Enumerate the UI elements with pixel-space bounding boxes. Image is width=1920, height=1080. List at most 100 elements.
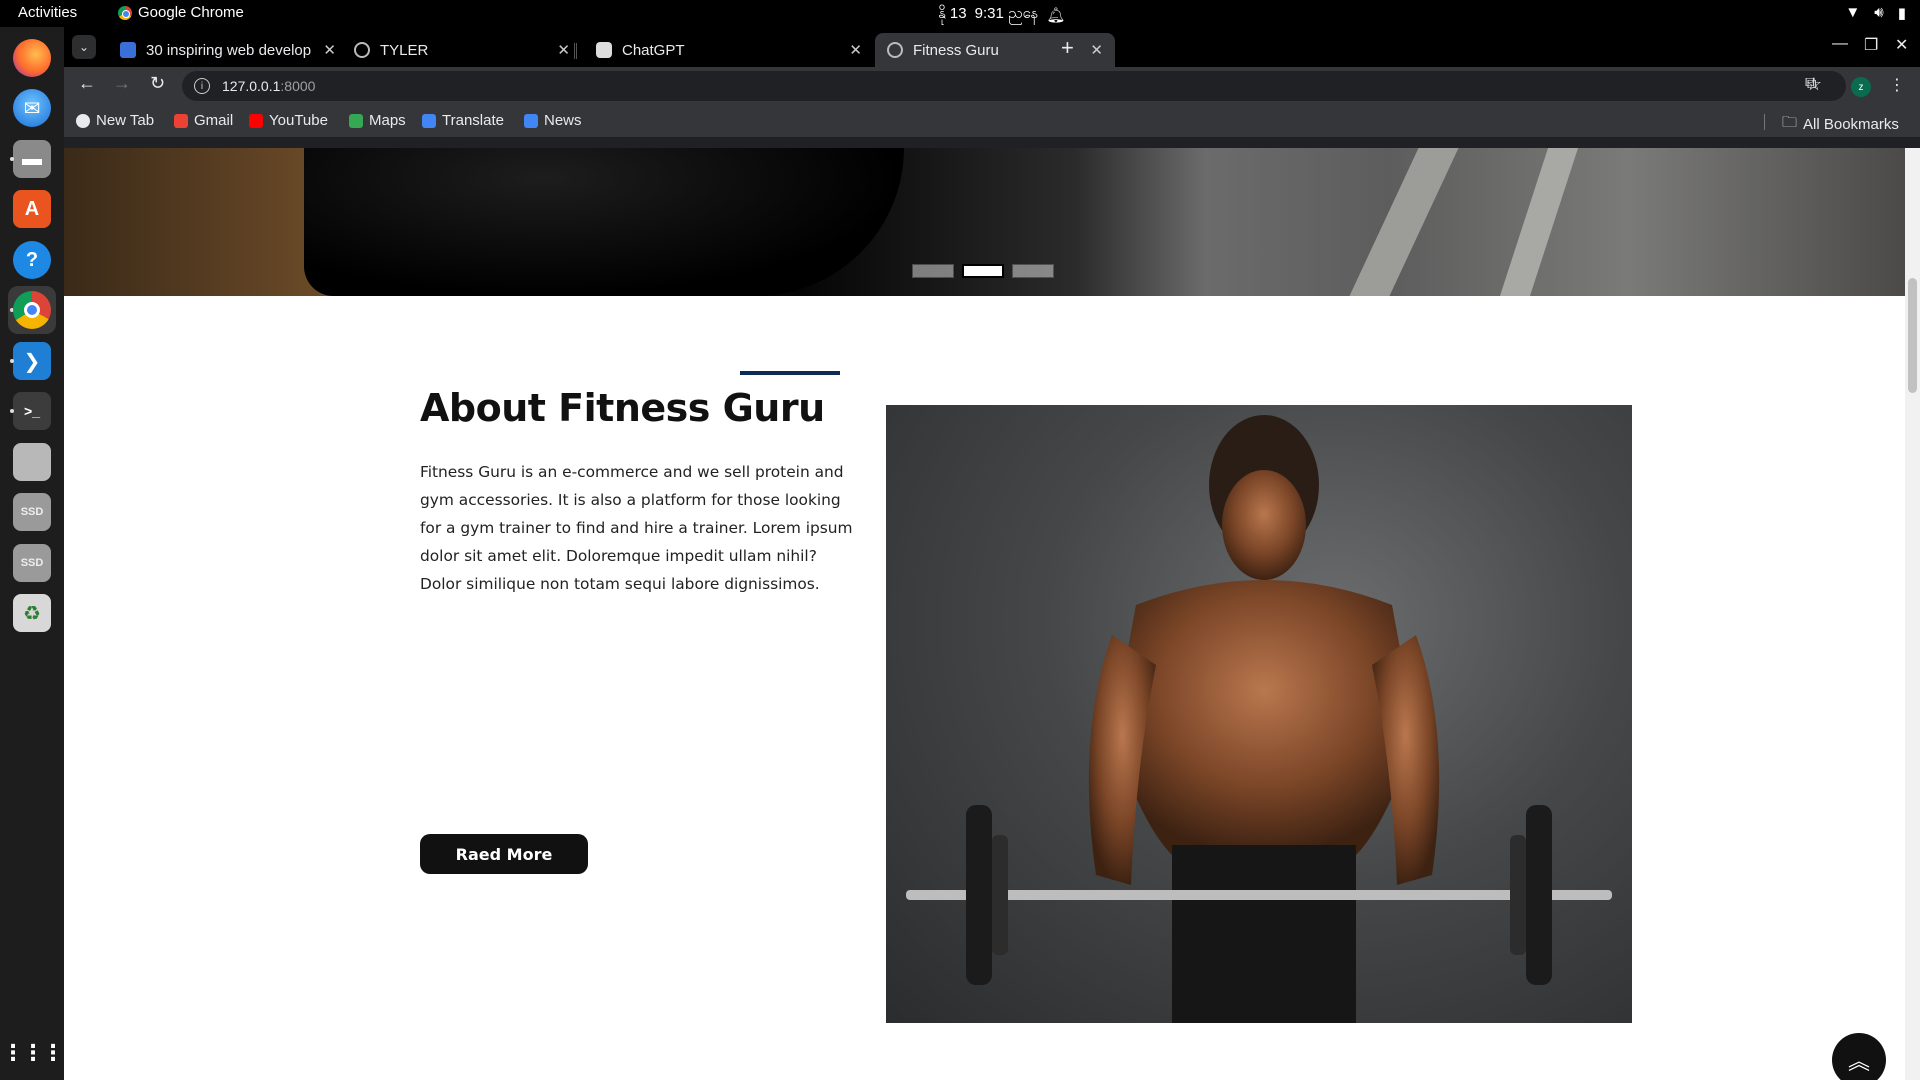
translate-icon bbox=[422, 113, 436, 128]
system-top-bar: Activities Google Chrome နို 13 9:31 ညနေ… bbox=[0, 0, 1920, 27]
tab-title: 30 inspiring web develop bbox=[146, 41, 312, 59]
dock: ✉ ▬ A ? ❯ >_ SSD SSD ♻ ⋮⋮⋮ bbox=[0, 27, 64, 1080]
restore-button[interactable]: ❐ bbox=[1864, 35, 1878, 55]
ssd-drive-icon: SSD bbox=[13, 493, 51, 531]
chrome-icon bbox=[118, 5, 132, 20]
youtube-icon bbox=[249, 113, 263, 128]
tab-chatgpt[interactable]: ChatGPT ✕ bbox=[584, 33, 874, 67]
app-menu-label: Google Chrome bbox=[138, 4, 244, 21]
bookmarks-bar: New Tab Gmail YouTube Maps Translate New… bbox=[64, 105, 1920, 138]
about-section: About Fitness Guru Fitness Guru is an e-… bbox=[420, 386, 860, 598]
bookmark-label: YouTube bbox=[269, 112, 328, 129]
forward-button[interactable]: → bbox=[113, 73, 131, 94]
notification-bell-icon: 🔔︎ bbox=[1046, 7, 1066, 24]
globe-icon bbox=[887, 42, 903, 58]
page-scrollbar[interactable] bbox=[1905, 148, 1920, 1080]
new-tab-button[interactable]: + bbox=[1061, 35, 1074, 61]
all-bookmarks[interactable]: 🗀 All Bookmarks bbox=[1782, 112, 1899, 137]
app-center-icon: A bbox=[13, 190, 51, 228]
news-icon bbox=[524, 113, 538, 128]
athlete-illustration bbox=[906, 415, 1612, 1023]
tab-web-developer[interactable]: 30 inspiring web develop ✕ bbox=[108, 33, 348, 67]
bookmark-maps[interactable]: Maps bbox=[349, 112, 406, 129]
site-info-icon[interactable]: i bbox=[194, 78, 210, 94]
read-more-button[interactable]: Raed More bbox=[420, 834, 588, 874]
bookmark-label: News bbox=[544, 112, 582, 129]
all-bookmarks-label: All Bookmarks bbox=[1803, 116, 1899, 133]
firefox-icon bbox=[13, 39, 51, 77]
double-chevron-up-icon: ︽ bbox=[1847, 1049, 1870, 1074]
thunderbird-icon: ✉ bbox=[13, 89, 51, 127]
close-icon[interactable]: ✕ bbox=[323, 41, 336, 59]
tab-favicon bbox=[120, 42, 136, 58]
bookmark-youtube[interactable]: YouTube bbox=[249, 112, 328, 129]
chatgpt-icon bbox=[596, 42, 612, 58]
carousel-indicator[interactable] bbox=[1012, 264, 1054, 278]
heading-underline bbox=[740, 371, 840, 375]
dock-firefox[interactable] bbox=[8, 34, 56, 82]
reload-button[interactable]: ↻ bbox=[150, 73, 165, 94]
back-button[interactable]: ← bbox=[78, 73, 96, 94]
chrome-window: ⌄ 30 inspiring web develop ✕ TYLER ✕ Cha… bbox=[64, 27, 1920, 1080]
athlete-photo bbox=[886, 405, 1632, 1023]
dock-chrome[interactable] bbox=[8, 286, 56, 334]
bookmark-news[interactable]: News bbox=[524, 112, 582, 129]
dock-ssd-1[interactable]: SSD bbox=[8, 488, 56, 536]
minimize-button[interactable]: — bbox=[1832, 35, 1848, 53]
dock-ssd-2[interactable]: SSD bbox=[8, 539, 56, 587]
battery-icon: ▮ bbox=[1897, 5, 1906, 22]
gmail-icon bbox=[174, 113, 188, 128]
globe-icon bbox=[76, 113, 90, 128]
address-bar[interactable]: i 127.0.0.1:8000 ☆ bbox=[182, 71, 1846, 101]
bookmark-new-tab[interactable]: New Tab bbox=[76, 112, 154, 129]
activities-button[interactable]: Activities bbox=[18, 4, 77, 21]
tab-search-button[interactable]: ⌄ bbox=[72, 35, 96, 59]
app-menu[interactable]: Google Chrome bbox=[118, 4, 244, 21]
show-apps-icon: ⋮⋮⋮ bbox=[2, 1040, 64, 1065]
trash-icon: ♻ bbox=[13, 594, 51, 632]
running-indicator bbox=[10, 157, 14, 161]
about-heading: About Fitness Guru bbox=[420, 386, 825, 430]
dock-vscode[interactable]: ❯ bbox=[8, 337, 56, 385]
extensions-icon[interactable]: ⧉ bbox=[1805, 75, 1816, 93]
help-icon: ? bbox=[13, 241, 51, 279]
bookmark-gmail[interactable]: Gmail bbox=[174, 112, 233, 129]
folder-icon: 🗀 bbox=[1782, 114, 1798, 131]
dock-help[interactable]: ? bbox=[8, 236, 56, 284]
close-window-button[interactable]: ✕ bbox=[1895, 35, 1908, 55]
bookmark-translate[interactable]: Translate bbox=[422, 112, 504, 129]
dock-trash[interactable]: ♻ bbox=[8, 589, 56, 637]
dock-app-center[interactable]: A bbox=[8, 185, 56, 233]
carousel-indicator[interactable] bbox=[912, 264, 954, 278]
dock-files[interactable]: ▬ bbox=[8, 135, 56, 183]
close-icon[interactable]: ✕ bbox=[1090, 41, 1103, 59]
clock[interactable]: နို 13 9:31 ညနေ 🔔︎ bbox=[938, 4, 1065, 26]
tab-title: Fitness Guru bbox=[913, 41, 999, 59]
scroll-to-top-button[interactable]: ︽ bbox=[1832, 1033, 1886, 1080]
url-port: :8000 bbox=[280, 78, 316, 94]
files-icon: ▬ bbox=[13, 140, 51, 178]
carousel-indicator-active[interactable] bbox=[962, 264, 1004, 278]
bookmark-label: Maps bbox=[369, 112, 406, 129]
volume-icon: 🔊︎ bbox=[1874, 4, 1884, 21]
running-indicator bbox=[10, 359, 14, 363]
close-icon[interactable]: ✕ bbox=[557, 41, 570, 59]
tab-fitness-guru[interactable]: Fitness Guru ✕ bbox=[875, 33, 1115, 67]
close-icon[interactable]: ✕ bbox=[849, 41, 862, 59]
dock-text-editor[interactable] bbox=[8, 438, 56, 486]
bookmark-label: Gmail bbox=[194, 112, 234, 129]
dock-thunderbird[interactable]: ✉ bbox=[8, 84, 56, 132]
system-tray[interactable]: ▼ 🔊︎ ▮ bbox=[1845, 4, 1906, 22]
browser-toolbar: ← → ↻ i 127.0.0.1:8000 ☆ ⧉ z ⋮ bbox=[64, 67, 1920, 105]
scrollbar-thumb[interactable] bbox=[1908, 278, 1917, 393]
ssd-drive-icon: SSD bbox=[13, 544, 51, 582]
menu-kebab-icon[interactable]: ⋮ bbox=[1889, 75, 1905, 95]
dock-terminal[interactable]: >_ bbox=[8, 387, 56, 435]
text-editor-icon bbox=[13, 443, 51, 481]
clock-date: နို 13 bbox=[938, 5, 967, 22]
dock-show-apps[interactable]: ⋮⋮⋮ bbox=[2, 1029, 64, 1077]
about-body: Fitness Guru is an e-commerce and we sel… bbox=[420, 463, 853, 593]
tab-tyler[interactable]: TYLER ✕ bbox=[342, 33, 582, 67]
tab-title: TYLER bbox=[380, 41, 429, 59]
profile-avatar[interactable]: z bbox=[1851, 77, 1871, 97]
